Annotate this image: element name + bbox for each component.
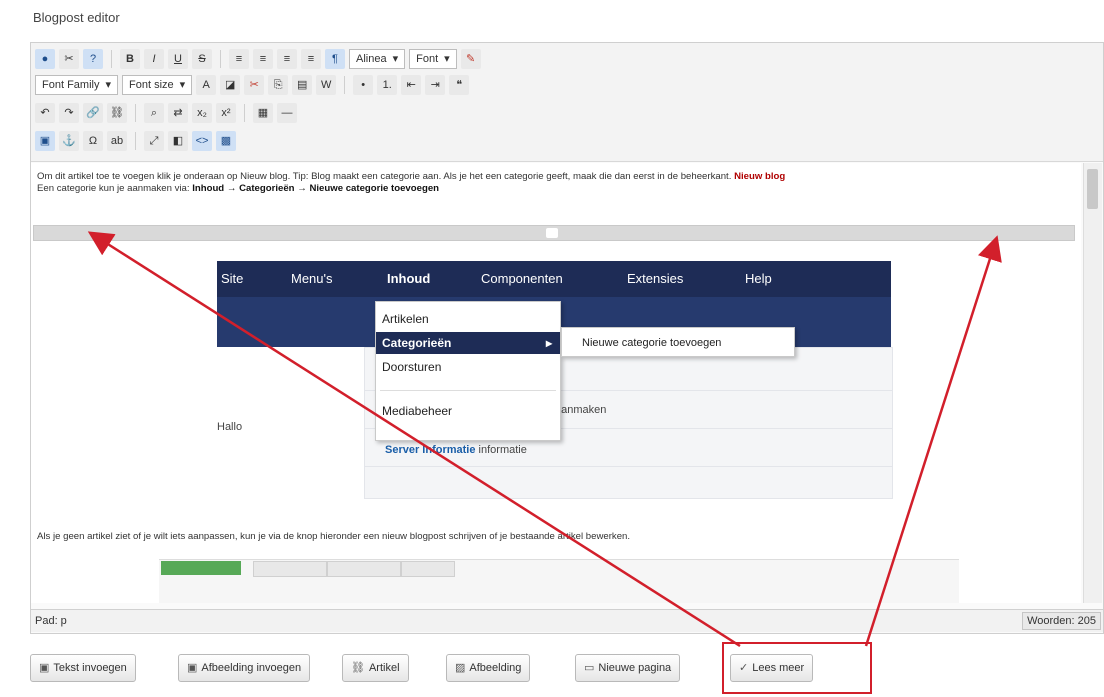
annotation-arrows (87, 231, 1002, 648)
arrow-to-left-handle (87, 231, 741, 648)
arrow-to-right-handle (864, 235, 1002, 647)
